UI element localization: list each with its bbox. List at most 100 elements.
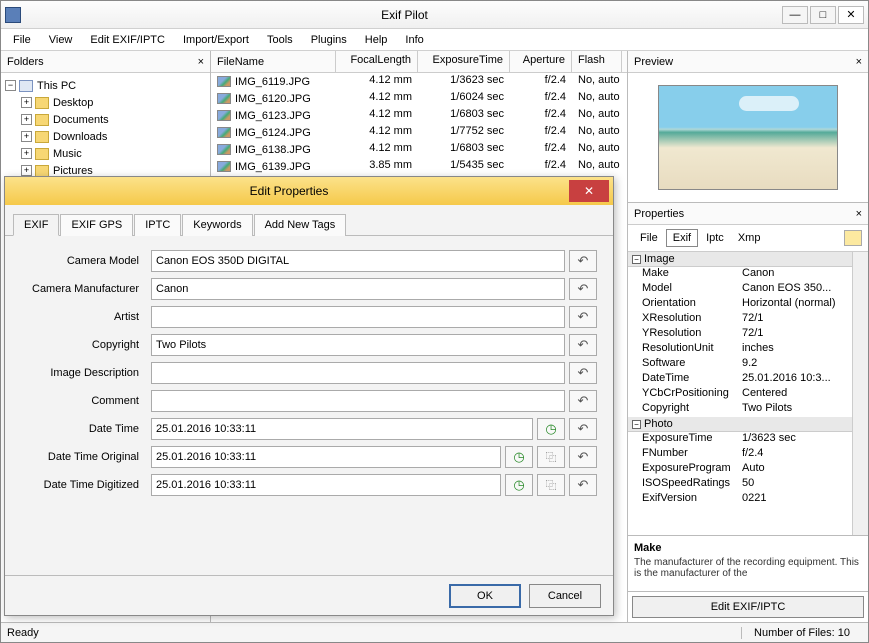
expand-icon[interactable]: + bbox=[21, 131, 32, 142]
close-button[interactable]: ✕ bbox=[838, 6, 864, 24]
tree-root[interactable]: − This PC bbox=[3, 77, 208, 94]
menu-help[interactable]: Help bbox=[357, 32, 396, 48]
tab-exif-gps[interactable]: EXIF GPS bbox=[60, 214, 133, 236]
menu-tools[interactable]: Tools bbox=[259, 32, 301, 48]
menu-import-export[interactable]: Import/Export bbox=[175, 32, 257, 48]
expand-icon[interactable]: + bbox=[21, 165, 32, 176]
tab-iptc[interactable]: Iptc bbox=[700, 230, 730, 246]
property-row[interactable]: ExposureTime1/3623 sec bbox=[628, 432, 852, 447]
tree-item-documents[interactable]: +Documents bbox=[3, 111, 208, 128]
tab-iptc[interactable]: IPTC bbox=[134, 214, 181, 236]
tab-add-new-tags[interactable]: Add New Tags bbox=[254, 214, 347, 236]
copy-button[interactable] bbox=[537, 474, 565, 496]
properties-options-button[interactable] bbox=[844, 230, 862, 246]
property-row[interactable]: Software9.2 bbox=[628, 357, 852, 372]
tree-item-downloads[interactable]: +Downloads bbox=[3, 128, 208, 145]
undo-button[interactable] bbox=[569, 278, 597, 300]
file-row[interactable]: IMG_6138.JPG4.12 mm1/6803 secf/2.4No, au… bbox=[211, 141, 627, 158]
col-filename[interactable]: FileName bbox=[211, 51, 336, 72]
property-row[interactable]: ISOSpeedRatings50 bbox=[628, 477, 852, 492]
input-date-time[interactable] bbox=[151, 418, 533, 440]
undo-button[interactable] bbox=[569, 418, 597, 440]
section-image[interactable]: −Image bbox=[628, 252, 852, 267]
folders-titlebar: Folders × bbox=[1, 51, 210, 73]
cancel-button[interactable]: Cancel bbox=[529, 584, 601, 608]
tree-item-music[interactable]: +Music bbox=[3, 145, 208, 162]
property-row[interactable]: MakeCanon bbox=[628, 267, 852, 282]
file-row[interactable]: IMG_6119.JPG4.12 mm1/3623 secf/2.4No, au… bbox=[211, 73, 627, 90]
minimize-button[interactable]: — bbox=[782, 6, 808, 24]
date-picker-button[interactable] bbox=[505, 474, 533, 496]
col-exposuretime[interactable]: ExposureTime bbox=[418, 51, 510, 72]
collapse-icon[interactable]: − bbox=[5, 80, 16, 91]
property-row[interactable]: FNumberf/2.4 bbox=[628, 447, 852, 462]
undo-button[interactable] bbox=[569, 250, 597, 272]
file-row[interactable]: IMG_6124.JPG4.12 mm1/7752 secf/2.4No, au… bbox=[211, 124, 627, 141]
tree-item-desktop[interactable]: +Desktop bbox=[3, 94, 208, 111]
menu-file[interactable]: File bbox=[5, 32, 39, 48]
tab-xmp[interactable]: Xmp bbox=[732, 230, 767, 246]
undo-button[interactable] bbox=[569, 306, 597, 328]
ok-button[interactable]: OK bbox=[449, 584, 521, 608]
col-focallength[interactable]: FocalLength bbox=[336, 51, 418, 72]
input-date-time-digitized[interactable] bbox=[151, 474, 501, 496]
section-photo[interactable]: −Photo bbox=[628, 417, 852, 432]
file-row[interactable]: IMG_6139.JPG3.85 mm1/5435 secf/2.4No, au… bbox=[211, 158, 627, 175]
menu-view[interactable]: View bbox=[41, 32, 81, 48]
input-copyright[interactable] bbox=[151, 334, 565, 356]
menu-plugins[interactable]: Plugins bbox=[303, 32, 355, 48]
property-row[interactable]: ModelCanon EOS 350... bbox=[628, 282, 852, 297]
input-camera-model[interactable] bbox=[151, 250, 565, 272]
folders-close-icon[interactable]: × bbox=[198, 56, 204, 68]
cell-flash: No, auto bbox=[572, 90, 622, 107]
properties-close-icon[interactable]: × bbox=[856, 208, 862, 220]
file-row[interactable]: IMG_6123.JPG4.12 mm1/6803 secf/2.4No, au… bbox=[211, 107, 627, 124]
undo-button[interactable] bbox=[569, 362, 597, 384]
undo-button[interactable] bbox=[569, 334, 597, 356]
collapse-icon[interactable]: − bbox=[632, 255, 641, 264]
undo-button[interactable] bbox=[569, 446, 597, 468]
expand-icon[interactable]: + bbox=[21, 114, 32, 125]
menu-edit-exif[interactable]: Edit EXIF/IPTC bbox=[82, 32, 173, 48]
tab-exif[interactable]: Exif bbox=[666, 229, 698, 247]
date-picker-button[interactable] bbox=[505, 446, 533, 468]
property-row[interactable]: ExifVersion0221 bbox=[628, 492, 852, 507]
file-row[interactable]: IMG_6120.JPG4.12 mm1/6024 secf/2.4No, au… bbox=[211, 90, 627, 107]
properties-scrollbar[interactable] bbox=[852, 252, 868, 535]
undo-button[interactable] bbox=[569, 474, 597, 496]
property-value: Canon EOS 350... bbox=[742, 282, 848, 297]
properties-grid[interactable]: −Image MakeCanonModelCanon EOS 350...Ori… bbox=[628, 252, 852, 535]
col-flash[interactable]: Flash bbox=[572, 51, 622, 72]
property-row[interactable]: ResolutionUnitinches bbox=[628, 342, 852, 357]
property-row[interactable]: DateTime25.01.2016 10:3... bbox=[628, 372, 852, 387]
image-file-icon bbox=[217, 144, 231, 155]
property-row[interactable]: CopyrightTwo Pilots bbox=[628, 402, 852, 417]
property-row[interactable]: OrientationHorizontal (normal) bbox=[628, 297, 852, 312]
property-row[interactable]: ExposureProgramAuto bbox=[628, 462, 852, 477]
property-row[interactable]: YResolution72/1 bbox=[628, 327, 852, 342]
preview-close-icon[interactable]: × bbox=[856, 56, 862, 68]
dialog-close-button[interactable]: ✕ bbox=[569, 180, 609, 202]
input-image-description[interactable] bbox=[151, 362, 565, 384]
menu-info[interactable]: Info bbox=[397, 32, 431, 48]
property-value: 50 bbox=[742, 477, 848, 492]
property-row[interactable]: YCbCrPositioningCentered bbox=[628, 387, 852, 402]
cell-exposuretime: 1/3623 sec bbox=[418, 73, 510, 90]
edit-exif-button[interactable]: Edit EXIF/IPTC bbox=[632, 596, 864, 618]
tab-exif[interactable]: EXIF bbox=[13, 214, 59, 236]
input-date-time-original[interactable] bbox=[151, 446, 501, 468]
expand-icon[interactable]: + bbox=[21, 148, 32, 159]
expand-icon[interactable]: + bbox=[21, 97, 32, 108]
input-artist[interactable] bbox=[151, 306, 565, 328]
undo-button[interactable] bbox=[569, 390, 597, 412]
tab-file[interactable]: File bbox=[634, 230, 664, 246]
input-comment[interactable] bbox=[151, 390, 565, 412]
input-camera-mfg[interactable] bbox=[151, 278, 565, 300]
collapse-icon[interactable]: − bbox=[632, 420, 641, 429]
maximize-button[interactable]: □ bbox=[810, 6, 836, 24]
date-picker-button[interactable] bbox=[537, 418, 565, 440]
copy-button[interactable] bbox=[537, 446, 565, 468]
col-aperture[interactable]: Aperture bbox=[510, 51, 572, 72]
property-row[interactable]: XResolution72/1 bbox=[628, 312, 852, 327]
tab-keywords[interactable]: Keywords bbox=[182, 214, 252, 236]
